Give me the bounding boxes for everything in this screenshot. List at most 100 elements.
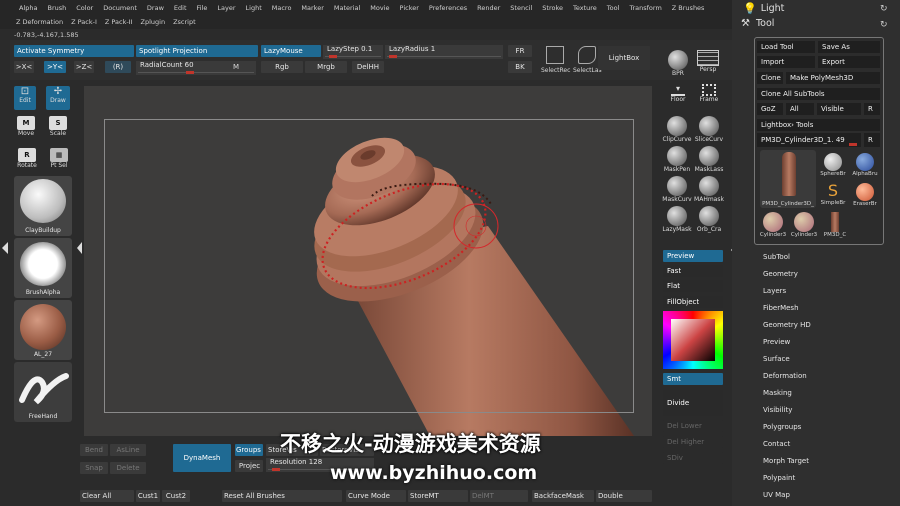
menu-item[interactable]: Zplugin — [137, 18, 170, 26]
sym-x-button[interactable]: >X< — [14, 61, 34, 73]
menu-item[interactable]: Z Pack-I — [67, 18, 101, 26]
import-button[interactable]: Import — [757, 56, 815, 68]
tool-thumb-pm3d-c[interactable]: PM3D_C — [820, 210, 850, 242]
subpalette-polypaint[interactable]: Polypaint — [763, 474, 795, 482]
save-as-button[interactable]: Save As — [818, 41, 880, 53]
current-material-thumb[interactable]: AL_27 — [14, 300, 72, 360]
subpalette-morph-target[interactable]: Morph Target — [763, 457, 809, 465]
maskpen-button[interactable]: MaskPen — [662, 146, 692, 176]
preview-button[interactable]: Preview — [663, 250, 723, 262]
lazystep-slider[interactable]: LazyStep 0.1 — [323, 45, 383, 59]
storemt-button[interactable]: StoreMT — [408, 490, 468, 502]
smt-button[interactable]: Smt — [663, 373, 723, 385]
subpalette-surface[interactable]: Surface — [763, 355, 790, 363]
select-rect-icon[interactable] — [546, 46, 564, 64]
subpalette-preview[interactable]: Preview — [763, 338, 790, 346]
menu-item[interactable]: Render — [472, 4, 505, 12]
color-picker[interactable] — [663, 311, 723, 369]
tool-thumb-spherebrush[interactable]: SphereBr — [818, 150, 848, 180]
tool-thumb-alphabrush[interactable]: AlphaBru — [849, 150, 881, 180]
cust1-button[interactable]: Cust1 — [136, 490, 160, 502]
bpr-button[interactable]: BPR — [663, 50, 693, 80]
move-button[interactable]: M Move — [14, 116, 38, 142]
subpalette-geometry[interactable]: Geometry — [763, 270, 798, 278]
lightbox-button[interactable]: LightBox — [598, 46, 650, 70]
color-swatch-square[interactable] — [671, 319, 715, 361]
activate-symmetry-button[interactable]: Activate Symmetry — [14, 45, 134, 57]
goz-all-button[interactable]: All — [786, 103, 814, 115]
load-tool-button[interactable]: Load Tool — [757, 41, 815, 53]
divide-button[interactable]: Divide — [663, 390, 723, 416]
fast-button[interactable]: Fast — [663, 265, 723, 277]
subpalette-polygroups[interactable]: Polygroups — [763, 423, 801, 431]
bk-button[interactable]: BK — [508, 61, 532, 73]
menu-item[interactable]: Layer — [212, 4, 240, 12]
edit-button[interactable]: ⊡ Edit — [14, 86, 36, 110]
menu-item[interactable]: Material — [329, 4, 365, 12]
menu-item[interactable]: Stroke — [537, 4, 568, 12]
menu-item[interactable]: Picker — [395, 4, 424, 12]
menu-item[interactable]: Transform — [624, 4, 666, 12]
menu-item[interactable]: Edit — [169, 4, 192, 12]
subpalette-contact[interactable]: Contact — [763, 440, 790, 448]
curve-mode-button[interactable]: Curve Mode — [346, 490, 406, 502]
maskcurve-button[interactable]: MaskCurv — [662, 176, 692, 206]
flat-button[interactable]: Flat — [663, 280, 723, 292]
tool-palette-header[interactable]: ⚒ Tool — [741, 18, 774, 29]
subpalette-masking[interactable]: Masking — [763, 389, 792, 397]
rgb-button[interactable]: Rgb — [261, 61, 303, 73]
current-tool-slider[interactable]: PM3D_Cylinder3D_1. 49 — [757, 133, 861, 147]
menu-item[interactable]: Z Brushes — [667, 4, 710, 12]
make-polymesh-button[interactable]: Make PolyMesh3D — [786, 72, 880, 84]
menu-item[interactable]: Marker — [296, 4, 328, 12]
goz-r-button[interactable]: R — [864, 103, 880, 115]
floor-button[interactable]: ▾ Floor — [663, 84, 693, 114]
double-button[interactable]: Double — [596, 490, 652, 502]
scale-button[interactable]: S Scale — [46, 116, 70, 142]
menu-item[interactable]: Draw — [142, 4, 169, 12]
menu-item[interactable]: Macro — [267, 4, 297, 12]
persp-button[interactable]: Persp — [693, 50, 723, 80]
delmt-button[interactable]: DelMT — [470, 490, 528, 502]
light-refresh-icon[interactable]: ↻ — [880, 4, 888, 14]
subpalette-fibermesh[interactable]: FiberMesh — [763, 304, 799, 312]
subpalette-subtool[interactable]: SubTool — [763, 253, 790, 261]
tool-thumb-eraserbrush[interactable]: EraserBr — [849, 180, 881, 210]
current-alpha-thumb[interactable]: BrushAlpha — [14, 238, 72, 298]
delhh-button[interactable]: DelHH — [352, 61, 384, 73]
menu-item[interactable]: Preferences — [424, 4, 472, 12]
slicecurve-button[interactable]: SliceCurv — [694, 116, 724, 146]
menu-item[interactable]: Zscript — [169, 18, 200, 26]
lightbox-tools-button[interactable]: Lightbox› Tools — [757, 119, 880, 131]
sym-z-button[interactable]: >Z< — [74, 61, 94, 73]
tool-thumb-simplebrush[interactable]: S SimpleBr — [818, 180, 848, 210]
fillobject-button[interactable]: FillObject — [663, 296, 723, 308]
menu-item[interactable]: Stencil — [505, 4, 537, 12]
clone-all-subtools-button[interactable]: Clone All SubTools — [757, 88, 880, 100]
lazymouse-button[interactable]: LazyMouse — [261, 45, 321, 57]
lazyradius-slider[interactable]: LazyRadius 1 — [385, 45, 503, 59]
menu-item[interactable]: Document — [98, 4, 142, 12]
lazymask-button[interactable]: LazyMask — [662, 206, 692, 236]
dynamesh-button[interactable]: DynaMesh — [173, 444, 231, 472]
mahmask-button[interactable]: MAHmask — [694, 176, 724, 206]
orbcrack-button[interactable]: Orb_Cra — [694, 206, 724, 236]
left-shelf-collapse-icon[interactable] — [77, 242, 82, 254]
spotlight-projection-button[interactable]: Spotlight Projection — [136, 45, 258, 57]
subpalette-layers[interactable]: Layers — [763, 287, 786, 295]
subpalette-uv-map[interactable]: UV Map — [763, 491, 790, 499]
project-button[interactable]: Projec — [235, 460, 263, 472]
goz-button[interactable]: GoZ — [757, 103, 783, 115]
tool-refresh-icon[interactable]: ↻ — [880, 20, 888, 30]
masklasso-button[interactable]: MaskLass — [694, 146, 724, 176]
clipcurve-button[interactable]: ClipCurve — [662, 116, 692, 146]
snap-button[interactable]: Snap — [80, 462, 108, 474]
menu-item[interactable]: File — [192, 4, 213, 12]
tool-thumb-pm3d-cylinder[interactable]: PM3D_Cylinder3D_ — [760, 150, 816, 208]
backface-mask-button[interactable]: BackfaceMask — [532, 490, 594, 502]
delete-button[interactable]: Delete — [110, 462, 146, 474]
sym-y-button[interactable]: >Y< — [44, 61, 66, 73]
menu-item[interactable]: Texture — [568, 4, 602, 12]
sdiv-slider[interactable]: SDiv — [663, 452, 723, 464]
del-higher-button[interactable]: Del Higher — [663, 436, 723, 448]
